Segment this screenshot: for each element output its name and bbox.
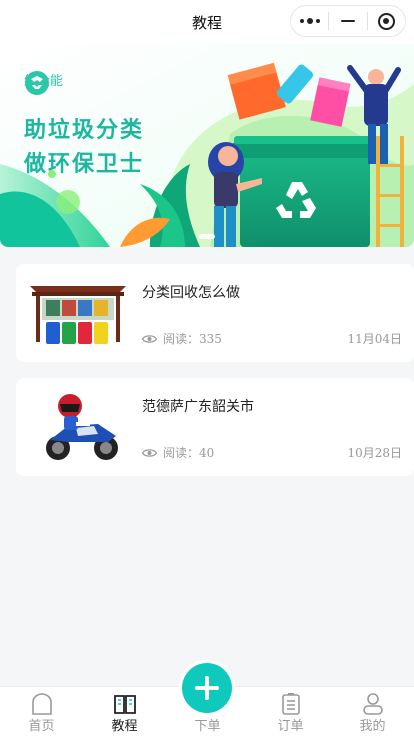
order-list-icon xyxy=(281,693,300,715)
tab-label: 下单 xyxy=(194,719,221,734)
eye-icon xyxy=(142,334,157,343)
views-count: 335 xyxy=(199,331,222,346)
more-menu-button[interactable] xyxy=(291,6,328,36)
brand: 纸全能 xyxy=(24,70,63,95)
eye-icon xyxy=(142,448,157,457)
mini-program-capsule xyxy=(290,5,406,37)
promo-banner[interactable]: 纸全能 助垃圾分类 做环保卫士 xyxy=(0,44,414,247)
views-label: 阅读： xyxy=(163,446,200,460)
tab-home[interactable]: 首页 xyxy=(0,687,83,736)
views-count: 40 xyxy=(199,445,215,460)
views-label: 阅读： xyxy=(163,332,200,346)
article-title[interactable]: 范德萨广东韶关市 xyxy=(142,396,254,416)
article-views: 阅读： 40 xyxy=(142,444,214,461)
tab-label: 订单 xyxy=(277,719,304,734)
tab-tutorial[interactable]: 教程 xyxy=(83,687,166,736)
top-nav-bar: 教程 xyxy=(0,0,414,44)
tab-orders[interactable]: 订单 xyxy=(249,687,332,736)
tab-label: 首页 xyxy=(28,719,55,734)
minimize-button[interactable] xyxy=(329,6,366,36)
tab-label: 我的 xyxy=(359,719,386,734)
article-date: 11月04日 xyxy=(347,332,402,346)
carousel-indicator xyxy=(199,234,215,239)
banner-slogan-line2: 做环保卫士 xyxy=(24,152,145,177)
close-program-button[interactable] xyxy=(368,6,405,36)
brand-logo-icon xyxy=(25,71,49,95)
article-title[interactable]: 分类回收怎么做 xyxy=(142,282,240,302)
home-icon xyxy=(31,693,52,715)
motorcycle-image xyxy=(28,390,128,464)
recycle-bins-image xyxy=(28,276,128,350)
more-dots-icon xyxy=(299,18,320,24)
target-icon xyxy=(377,12,395,30)
tab-label: 教程 xyxy=(111,719,138,734)
plus-icon xyxy=(205,676,209,700)
user-icon xyxy=(362,693,383,715)
article-date: 10月28日 xyxy=(347,446,402,460)
minus-icon xyxy=(340,20,355,22)
tab-profile[interactable]: 我的 xyxy=(331,687,414,736)
banner-slogan-line1: 助垃圾分类 xyxy=(24,118,145,143)
article-card[interactable]: 分类回收怎么做 阅读： 335 11月04日 xyxy=(16,264,414,362)
book-icon xyxy=(113,695,136,714)
article-card[interactable]: 范德萨广东韶关市 阅读： 40 10月28日 xyxy=(16,378,414,476)
add-order-button[interactable] xyxy=(182,663,232,713)
article-views: 阅读： 335 xyxy=(142,330,222,347)
